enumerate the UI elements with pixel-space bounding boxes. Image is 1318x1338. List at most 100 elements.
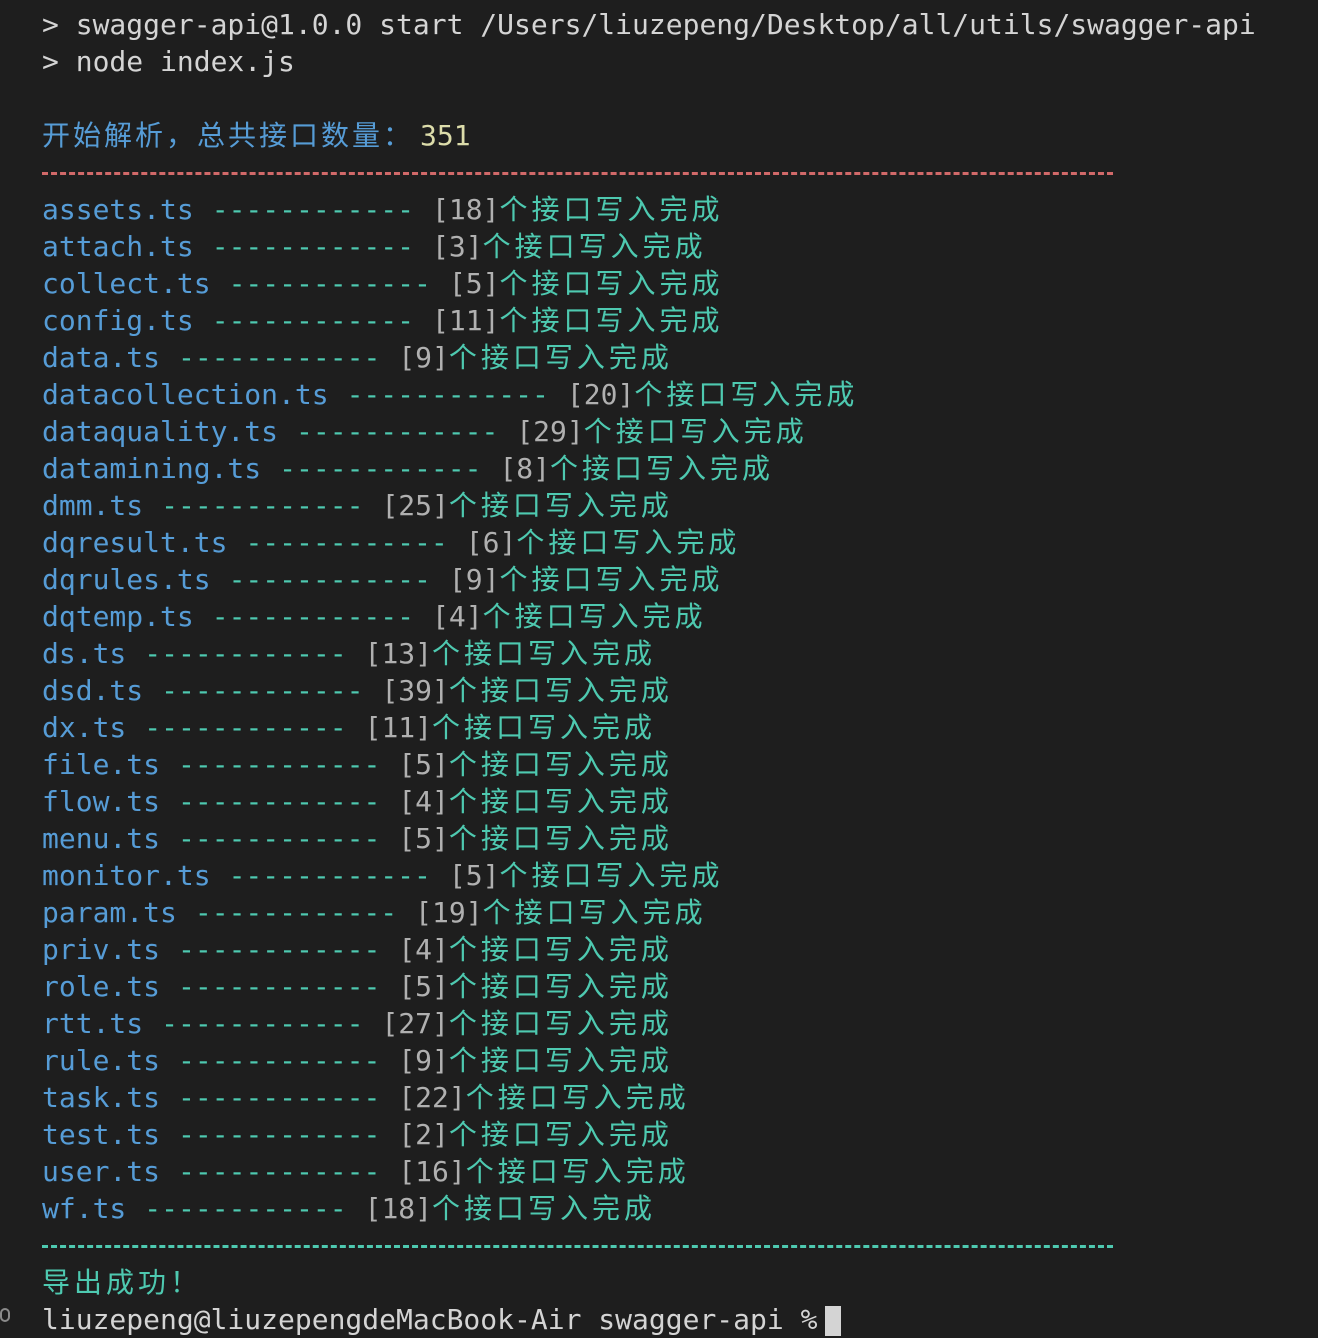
file-row: dqrules.ts ------------ [9]个接口写入完成 [42,561,1318,598]
interface-count: [18] [432,193,500,226]
row-status: 个接口写入完成 [448,489,673,522]
interface-count: [11] [364,711,433,744]
summary-label: 开始解析，总共接口数量： [42,119,415,152]
summary-total: 351 [420,119,471,152]
row-dashes: ------------ [178,933,381,966]
row-dashes: ------------ [228,267,431,300]
separator-top [42,154,1318,191]
row-status: 个接口写入完成 [448,341,673,374]
file-row: flow.ts ------------ [4]个接口写入完成 [42,783,1318,820]
file-name: user.ts [42,1155,161,1188]
interface-count: [5] [448,267,500,300]
row-dashes: ------------ [161,674,364,707]
file-name: config.ts [42,304,194,337]
success-message: 导出成功！ [42,1266,203,1299]
row-status: 个接口写入完成 [465,1081,690,1114]
interface-count: [9] [398,1044,449,1077]
interface-count: [25] [381,489,449,522]
file-row: menu.ts ------------ [5]个接口写入完成 [42,820,1318,857]
interface-count: [18] [364,1192,433,1225]
file-name: wf.ts [42,1192,127,1225]
interface-count: [39] [381,674,449,707]
row-dashes: ------------ [178,1044,381,1077]
row-dashes: ------------ [178,970,381,1003]
row-dashes: ------------ [144,711,347,744]
file-name: rule.ts [42,1044,161,1077]
interface-count: [5] [398,748,449,781]
row-status: 个接口写入完成 [465,1155,690,1188]
separator-bottom [42,1227,1318,1264]
file-row: file.ts ------------ [5]个接口写入完成 [42,746,1318,783]
interface-count: [3] [432,230,483,263]
row-status: 个接口写入完成 [448,970,673,1003]
file-name: flow.ts [42,785,161,818]
row-status: 个接口写入完成 [499,859,724,892]
cursor [825,1306,842,1336]
file-name: dsd.ts [42,674,144,707]
row-status: 个接口写入完成 [448,1118,673,1151]
file-name: role.ts [42,970,161,1003]
row-dashes: ------------ [279,452,482,485]
row-status: 个接口写入完成 [448,822,673,855]
file-row: dx.ts ------------ [11]个接口写入完成 [42,709,1318,746]
row-dashes: ------------ [228,563,431,596]
interface-count: [5] [448,859,500,892]
file-name: menu.ts [42,822,161,855]
row-status: 个接口写入完成 [482,230,707,263]
file-name: attach.ts [42,230,194,263]
file-name: collect.ts [42,267,211,300]
file-name: dx.ts [42,711,127,744]
file-row: config.ts ------------ [11]个接口写入完成 [42,302,1318,339]
row-dashes: ------------ [178,1155,381,1188]
interface-count: [22] [398,1081,466,1114]
file-name: test.ts [42,1118,161,1151]
file-name: monitor.ts [42,859,211,892]
summary-line: 开始解析，总共接口数量： 351 [42,117,1318,154]
row-dashes: ------------ [211,230,415,263]
file-row: dqresult.ts ------------ [6]个接口写入完成 [42,524,1318,561]
row-status: 个接口写入完成 [432,1192,657,1225]
file-row: collect.ts ------------ [5]个接口写入完成 [42,265,1318,302]
row-status: 个接口写入完成 [499,304,724,337]
file-name: assets.ts [42,193,194,226]
interface-count: [29] [516,415,584,448]
file-row: wf.ts ------------ [18]个接口写入完成 [42,1190,1318,1227]
file-row: dsd.ts ------------ [39]个接口写入完成 [42,672,1318,709]
interface-count: [11] [432,304,500,337]
row-dashes: ------------ [178,341,381,374]
interface-count: [5] [398,970,449,1003]
row-dashes: ------------ [178,785,381,818]
row-dashes: ------------ [161,489,364,522]
interface-count: [9] [448,563,500,596]
row-dashes: ------------ [178,1081,381,1114]
row-status: 个接口写入完成 [482,896,707,929]
interface-count: [4] [398,785,449,818]
interface-count: [27] [381,1007,449,1040]
file-name: file.ts [42,748,161,781]
row-status: 个接口写入完成 [583,415,808,448]
file-row: ds.ts ------------ [13]个接口写入完成 [42,635,1318,672]
row-status: 个接口写入完成 [499,193,724,226]
interface-count: [20] [566,378,635,411]
row-status: 个接口写入完成 [448,1044,673,1077]
row-dashes: ------------ [194,896,398,929]
row-status: 个接口写入完成 [432,711,657,744]
row-dashes: ------------ [211,600,415,633]
row-status: 个接口写入完成 [550,452,775,485]
file-rows: assets.ts ------------ [18]个接口写入完成 attach.t… [42,191,1318,1227]
row-dashes: ------------ [178,748,381,781]
file-row: dmm.ts ------------ [25]个接口写入完成 [42,487,1318,524]
file-row: test.ts ------------ [2]个接口写入完成 [42,1116,1318,1153]
file-row: role.ts ------------ [5]个接口写入完成 [42,968,1318,1005]
file-name: rtt.ts [42,1007,144,1040]
row-status: 个接口写入完成 [499,267,724,300]
interface-count: [6] [465,526,517,559]
row-dashes: ------------ [211,193,415,226]
interface-count: [9] [398,341,449,374]
row-status: 个接口写入完成 [634,378,859,411]
file-name: dmm.ts [42,489,144,522]
file-name: ds.ts [42,637,127,670]
row-dashes: ------------ [245,526,448,559]
interface-count: [5] [398,822,449,855]
